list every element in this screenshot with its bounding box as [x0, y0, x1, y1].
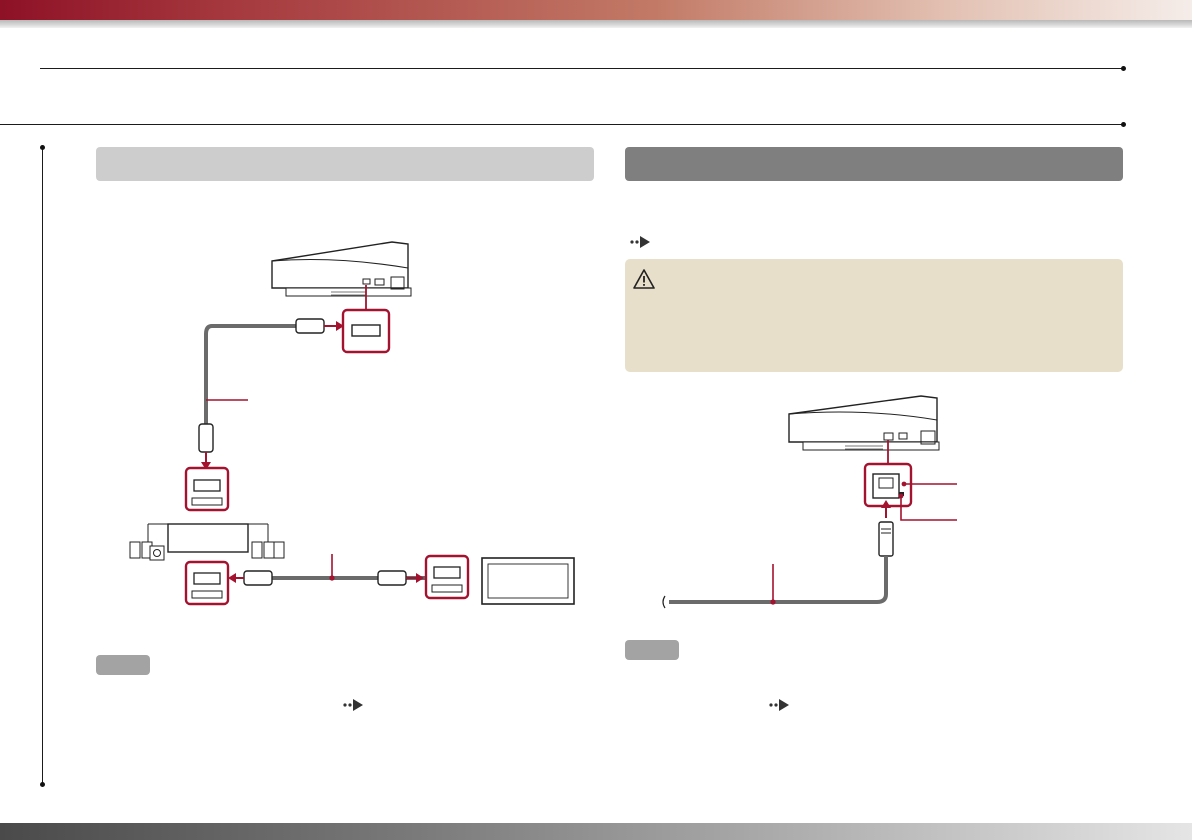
- left-note-badge: [96, 655, 150, 675]
- warning-icon: [633, 269, 655, 289]
- console-illustration-right: [788, 395, 940, 451]
- section-rule: [0, 122, 1126, 127]
- hdmi-plug-left: [228, 570, 273, 586]
- av-receiver-illustration: [129, 523, 285, 561]
- right-note-badge: [625, 640, 679, 660]
- reference-arrow-icon: [769, 699, 789, 711]
- header-rule: [40, 66, 1126, 71]
- top-sub-bar: [0, 20, 1192, 28]
- bottom-bar: [0, 823, 1192, 840]
- hdmi-connection-diagram: [129, 241, 575, 606]
- hdmi-plug-vertical: [198, 423, 214, 470]
- hdmi-plug-top: [295, 318, 344, 334]
- ethernet-plug: [878, 521, 894, 557]
- tv-illustration: [481, 557, 575, 605]
- left-margin-rule: [40, 145, 45, 787]
- left-section-header: [96, 147, 594, 181]
- hdmi-plug-right: [377, 570, 424, 586]
- reference-arrow-icon: [343, 699, 363, 711]
- hdmi-out-port-callout: [341, 308, 391, 354]
- right-section-header: [625, 147, 1123, 181]
- console-illustration: [271, 241, 412, 297]
- ethernet-connection-diagram: [662, 395, 957, 609]
- caution-box: [625, 259, 1123, 372]
- reference-arrow-icon: [630, 236, 650, 248]
- top-brand-bar: [0, 0, 1192, 20]
